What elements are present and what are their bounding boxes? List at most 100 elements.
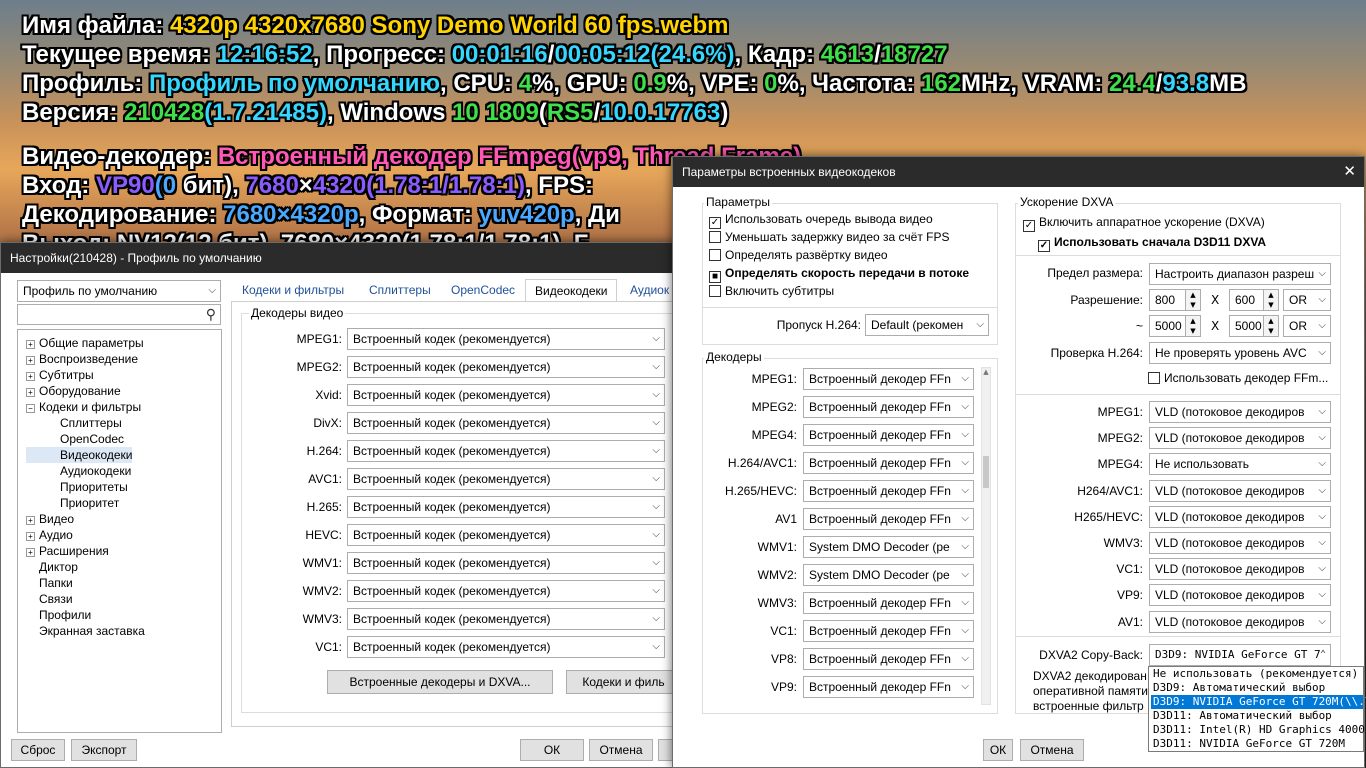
- tree-item[interactable]: Сплиттеры: [26, 415, 221, 431]
- res-height-spinner[interactable]: ▲ ▼: [1263, 289, 1279, 311]
- decoder-select[interactable]: Встроенный декодер FFn ⌵: [803, 676, 974, 698]
- export-button[interactable]: Экспорт: [71, 739, 137, 761]
- decoder-select[interactable]: Встроенный декодер FFn ⌵: [803, 508, 974, 530]
- close-icon[interactable]: ✕: [1343, 157, 1356, 187]
- decoders-scrollbar[interactable]: ▲: [981, 367, 991, 705]
- decoder-select[interactable]: Встроенный кодек (рекомендуется) ⌵: [347, 580, 665, 602]
- res-height2-spinner[interactable]: ▲ ▼: [1263, 315, 1279, 337]
- tree-item[interactable]: Аудиокодеки: [26, 463, 221, 479]
- decoder-select[interactable]: Встроенный декодер FFn ⌵: [803, 396, 974, 418]
- ok-button[interactable]: ОК: [520, 739, 584, 761]
- copyback-dropdown-list[interactable]: Не использовать (рекомендуется) D3D9: Авт…: [1148, 666, 1366, 752]
- tree-item[interactable]: + Воспроизведение: [26, 351, 221, 367]
- param-checkbox[interactable]: Уменьшать задержку видео за счёт FPS: [709, 230, 950, 244]
- tree-item[interactable]: Папки: [26, 575, 221, 591]
- decoder-select[interactable]: Встроенный кодек (рекомендуется) ⌵: [347, 440, 665, 462]
- param-checkbox[interactable]: ■ Определять скорость передачи в потоке: [709, 266, 969, 283]
- tab-splitters[interactable]: Сплиттеры: [360, 279, 440, 301]
- profile-select[interactable]: Профиль по умолчанию ⌵: [17, 280, 221, 302]
- decoder-select[interactable]: Встроенный кодек (рекомендуется) ⌵: [347, 524, 665, 546]
- decoder-select[interactable]: System DMO Decoder (pe ⌵: [803, 536, 974, 558]
- dxva-codec-select[interactable]: VLD (потоковое декодиров ⌵: [1149, 610, 1331, 633]
- expand-icon[interactable]: +: [26, 548, 35, 557]
- decoder-select[interactable]: Встроенный кодек (рекомендуется) ⌵: [347, 328, 665, 350]
- expand-icon[interactable]: +: [26, 388, 35, 397]
- res-height-input[interactable]: 600: [1229, 289, 1267, 311]
- tree-item[interactable]: Связи: [26, 591, 221, 607]
- tree-item[interactable]: − Кодеки и фильтры: [26, 399, 221, 415]
- dxva-codec-select[interactable]: VLD (потоковое декодиров ⌵: [1149, 427, 1331, 450]
- dxva-codec-select[interactable]: VLD (потоковое декодиров ⌵: [1149, 479, 1331, 502]
- tab-codecs-filters[interactable]: Кодеки и фильтры: [233, 279, 353, 301]
- decoder-select[interactable]: Встроенный кодек (рекомендуется) ⌵: [347, 636, 665, 658]
- res-operator2-select[interactable]: OR ⌵: [1283, 315, 1331, 337]
- dxva-codec-select[interactable]: Не использовать ⌵: [1149, 453, 1331, 476]
- dxva-codec-select[interactable]: VLD (потоковое декодиров ⌵: [1149, 532, 1331, 554]
- decoder-select[interactable]: Встроенный кодек (рекомендуется) ⌵: [347, 384, 665, 406]
- decoder-select[interactable]: Встроенный кодек (рекомендуется) ⌵: [347, 552, 665, 574]
- tree-item[interactable]: + Расширения: [26, 543, 221, 559]
- decoder-select[interactable]: Встроенный декодер FFn ⌵: [803, 480, 974, 502]
- ok-button[interactable]: ОК: [983, 739, 1013, 761]
- copyback-option[interactable]: D3D9: NVIDIA GeForce GT 720M(\\.\D: [1151, 695, 1366, 709]
- param-checkbox[interactable]: Определять развёртку видео: [709, 248, 888, 262]
- expand-icon[interactable]: +: [26, 356, 35, 365]
- expand-icon[interactable]: +: [26, 372, 35, 381]
- tree-item[interactable]: Видеокодеки: [26, 447, 133, 463]
- decoder-select[interactable]: Встроенный кодек (рекомендуется) ⌵: [347, 356, 665, 378]
- dxva-codec-select[interactable]: VLD (потоковое декодиров ⌵: [1149, 401, 1331, 423]
- decoder-select[interactable]: Встроенный кодек (рекомендуется) ⌵: [347, 608, 665, 630]
- use-ffmpeg-checkbox[interactable]: Использовать декодер FFm...: [1148, 371, 1328, 385]
- tab-video-codecs[interactable]: Видеокодеки: [525, 279, 618, 301]
- expand-icon[interactable]: +: [26, 340, 35, 349]
- decoder-select[interactable]: Встроенный кодек (рекомендуется) ⌵: [347, 468, 665, 490]
- tab-audio-codecs[interactable]: Аудиок: [621, 279, 678, 301]
- dxva-codec-select[interactable]: VLD (потоковое декодиров ⌵: [1149, 505, 1331, 528]
- decoder-select[interactable]: Встроенный декодер FFn ⌵: [803, 424, 974, 446]
- res-width-spinner[interactable]: ▲ ▼: [1185, 289, 1201, 311]
- dxva-enable-checkbox[interactable]: ✓ Включить аппаратное ускорение (DXVA): [1023, 215, 1265, 232]
- tree-item[interactable]: Диктор: [26, 559, 221, 575]
- decoder-select[interactable]: Встроенный декодер FFn ⌵: [803, 452, 974, 474]
- dxva-codec-select[interactable]: VLD (потоковое декодиров ⌵: [1149, 584, 1331, 607]
- dxva-codec-select[interactable]: VLD (потоковое декодиров ⌵: [1149, 558, 1331, 581]
- expand-icon[interactable]: −: [26, 404, 35, 413]
- tree-item[interactable]: Экранная заставка: [26, 623, 221, 639]
- search-input[interactable]: ⚲: [17, 304, 221, 325]
- param-checkbox[interactable]: ✓ Использовать очередь вывода видео: [709, 212, 933, 229]
- size-limit-select[interactable]: Настроить диапазон разреш ⌵: [1149, 263, 1331, 285]
- decoder-select[interactable]: Встроенный декодер FFn ⌵: [803, 368, 974, 390]
- decoder-select[interactable]: System DMO Decoder (pe ⌵: [803, 564, 974, 586]
- copyback-option[interactable]: Не использовать (рекомендуется): [1151, 667, 1363, 681]
- expand-icon[interactable]: +: [26, 532, 35, 541]
- copyback-option[interactable]: D3D11: Intel(R) HD Graphics 4000: [1151, 723, 1365, 737]
- cancel-button[interactable]: Отмена: [589, 739, 653, 761]
- d3d11-first-checkbox[interactable]: ✓ Использовать сначала D3D11 DXVA: [1038, 235, 1266, 252]
- skip-h264-select[interactable]: Default (рекомен ⌵: [865, 314, 989, 336]
- copyback-option[interactable]: D3D9: Автоматический выбор: [1151, 681, 1363, 695]
- res-operator-select[interactable]: OR ⌵: [1283, 289, 1331, 311]
- copyback-option[interactable]: D3D11: NVIDIA GeForce GT 720M: [1151, 737, 1363, 751]
- copyback-select[interactable]: D3D9: NVIDIA GeForce GT 7 ⌃: [1149, 644, 1331, 666]
- tab-opencodec[interactable]: OpenCodec: [442, 279, 524, 301]
- h264-check-select[interactable]: Не проверять уровень AVC ⌵: [1149, 342, 1331, 364]
- decoder-select[interactable]: Встроенный декодер FFn ⌵: [803, 592, 974, 614]
- reset-button[interactable]: Сброс: [11, 739, 65, 761]
- decoder-select[interactable]: Встроенный кодек (рекомендуется) ⌵: [347, 496, 665, 518]
- decoder-select[interactable]: Встроенный декодер FFn ⌵: [803, 648, 974, 670]
- tree-item[interactable]: Приоритет: [26, 495, 221, 511]
- expand-icon[interactable]: +: [26, 516, 35, 525]
- scroll-thumb[interactable]: [983, 456, 989, 488]
- cancel-button[interactable]: Отмена: [1020, 739, 1084, 761]
- tree-item[interactable]: Приоритеты: [26, 479, 221, 495]
- decoder-select[interactable]: Встроенный декодер FFn ⌵: [803, 620, 974, 642]
- tree-item[interactable]: + Видео: [26, 511, 221, 527]
- res-width2-spinner[interactable]: ▲ ▼: [1185, 315, 1201, 337]
- codecs-filters-button[interactable]: Кодеки и филь: [566, 670, 681, 694]
- res-width-input[interactable]: 800: [1149, 289, 1187, 311]
- res-width2-input[interactable]: 5000: [1149, 315, 1187, 337]
- copyback-option[interactable]: D3D11: Автоматический выбор: [1151, 709, 1363, 723]
- param-checkbox[interactable]: Включить субтитры: [709, 284, 834, 298]
- res-height2-input[interactable]: 5000: [1229, 315, 1267, 337]
- tree-item[interactable]: + Субтитры: [26, 367, 221, 383]
